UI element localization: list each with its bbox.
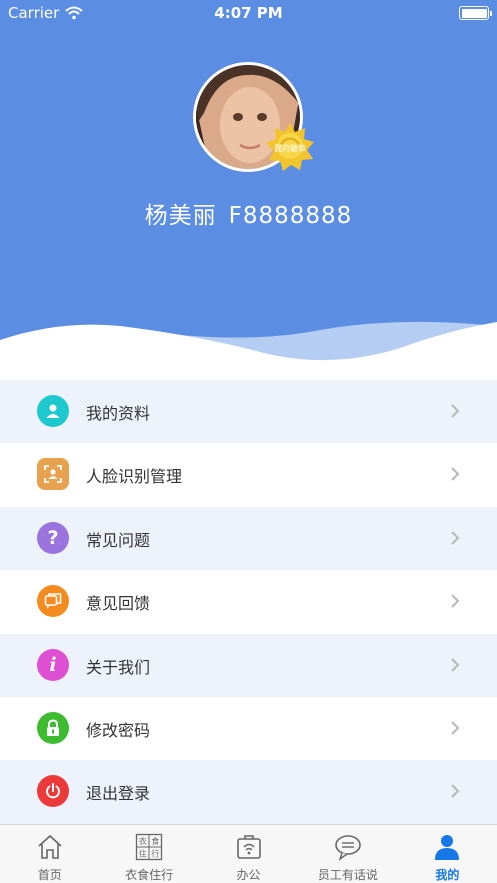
- svg-text:行: 行: [151, 849, 159, 859]
- chevron-right-icon: [451, 467, 460, 482]
- battery-icon: [459, 6, 492, 20]
- tab-label: 首页: [37, 868, 62, 882]
- profile-header: Carrier 4:07 PM 我的徽章 杨美丽 F8888888: [0, 0, 497, 380]
- menu-item-about-us[interactable]: i 关于我们: [0, 633, 497, 697]
- chat-icon: [335, 835, 361, 861]
- header-wave: [0, 321, 497, 380]
- chevron-right-icon: [451, 721, 460, 735]
- settings-menu: 我的资料 人脸识别管理 ? 常见问题 意见回馈 i 关于我们 修改密码 退出登录: [0, 380, 497, 824]
- chevron-right-icon: [451, 531, 460, 545]
- menu-item-face-recognition[interactable]: 人脸识别管理: [0, 443, 497, 506]
- chevron-right-icon: [451, 404, 460, 418]
- tab-label: 我的: [435, 868, 460, 882]
- tab-home[interactable]: 首页: [0, 825, 99, 883]
- menu-item-faq[interactable]: ? 常见问题: [0, 506, 497, 571]
- menu-label: 人脸识别管理: [86, 467, 183, 487]
- status-bar: Carrier 4:07 PM: [0, 0, 497, 26]
- tab-mine[interactable]: 我的: [398, 825, 497, 883]
- badge[interactable]: 我的徽章: [265, 122, 315, 172]
- menu-item-my-profile[interactable]: 我的资料: [0, 380, 497, 444]
- menu-label: 常见问题: [86, 530, 151, 550]
- feedback-icon: [37, 585, 69, 618]
- clothing-food-housing-travel-icon: 衣 食 住 行: [135, 833, 163, 861]
- info-icon: i: [37, 648, 69, 681]
- menu-label: 退出登录: [86, 784, 151, 804]
- user-info: 杨美丽 F8888888: [0, 196, 497, 230]
- tab-label: 员工有话说: [317, 868, 378, 882]
- svg-text:住: 住: [139, 849, 147, 859]
- tab-label: 衣食住行: [125, 868, 174, 882]
- question-icon: ?: [37, 521, 69, 554]
- status-time: 4:07 PM: [214, 4, 283, 22]
- chevron-right-icon: [451, 657, 460, 672]
- svg-text:食: 食: [151, 836, 159, 846]
- power-icon: [37, 775, 69, 808]
- menu-item-feedback[interactable]: 意见回馈: [0, 570, 497, 633]
- menu-label: 关于我们: [86, 657, 151, 677]
- user-name: 杨美丽: [144, 203, 217, 229]
- tab-bar: 首页 衣 食 住 行 衣食住行 办公 员工有话说 我的: [0, 824, 497, 883]
- svg-text:衣: 衣: [139, 836, 147, 846]
- face-scan-icon: [37, 458, 69, 491]
- tab-office[interactable]: 办公: [199, 825, 298, 883]
- home-icon: [38, 834, 62, 859]
- menu-label: 意见回馈: [86, 594, 151, 614]
- menu-label: 我的资料: [86, 404, 151, 423]
- menu-item-logout[interactable]: 退出登录: [0, 760, 497, 824]
- tab-clothing-food-housing-travel[interactable]: 衣 食 住 行 衣食住行: [99, 825, 198, 883]
- user-icon: [37, 395, 69, 427]
- chevron-right-icon: [451, 594, 460, 608]
- briefcase-icon: [236, 835, 261, 859]
- tab-label: 办公: [236, 868, 261, 882]
- profile-icon: [435, 835, 460, 860]
- employee-id: F8888888: [228, 203, 353, 229]
- chevron-right-icon: [451, 784, 460, 799]
- tab-employee-voice[interactable]: 员工有话说: [298, 825, 397, 883]
- lock-icon: [37, 711, 69, 744]
- badge-label: 我的徽章: [274, 144, 306, 153]
- menu-item-change-password[interactable]: 修改密码: [0, 697, 497, 760]
- menu-label: 修改密码: [86, 720, 151, 740]
- avatar-area[interactable]: 我的徽章: [193, 62, 314, 172]
